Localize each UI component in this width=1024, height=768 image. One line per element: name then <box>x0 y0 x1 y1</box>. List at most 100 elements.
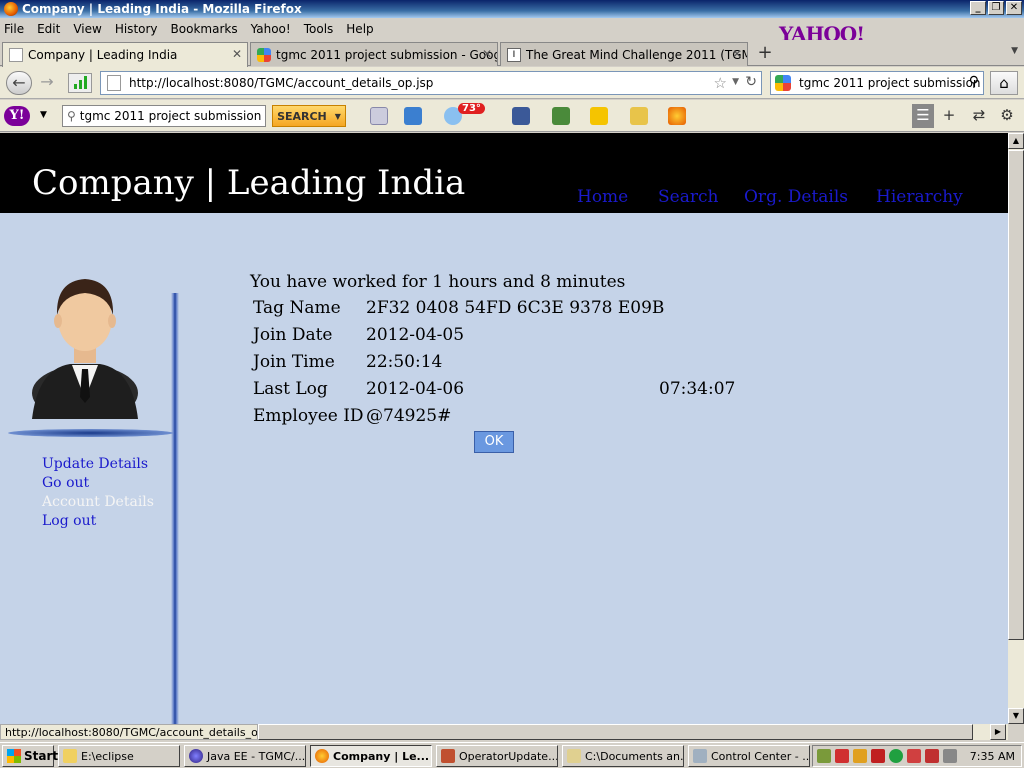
network-icon[interactable] <box>943 749 957 763</box>
close-window-button[interactable]: ✕ <box>1006 1 1022 15</box>
tray-icon[interactable] <box>835 749 849 763</box>
sidebar-log-out-link[interactable]: Log out <box>42 513 96 529</box>
employee-id-value: @74925# <box>366 406 452 426</box>
control-center-icon <box>693 749 707 763</box>
firefox-icon <box>315 749 329 763</box>
tab-company[interactable]: Company | Leading India ✕ <box>2 42 248 67</box>
yahoo-toolbar: Y! ▼ ⚲ tgmc 2011 project submission SEAR… <box>0 100 1024 132</box>
firefox-icon[interactable] <box>668 107 686 125</box>
close-tab-icon[interactable]: ✕ <box>232 47 242 61</box>
tray-icon[interactable] <box>907 749 921 763</box>
scroll-up-icon[interactable]: ▲ <box>1008 133 1024 149</box>
facebook-icon[interactable] <box>512 107 530 125</box>
minimize-button[interactable]: _ <box>970 1 986 15</box>
menu-view[interactable]: View <box>73 22 101 36</box>
tray-icon[interactable] <box>925 749 939 763</box>
menu-help[interactable]: Help <box>346 22 373 36</box>
menu-history[interactable]: History <box>115 22 158 36</box>
browser-search-input[interactable]: tgmc 2011 project submission ⚲ <box>770 71 984 95</box>
restore-button[interactable]: ❐ <box>988 1 1004 15</box>
yahoo-menu-button[interactable]: Y! <box>4 106 30 126</box>
close-tab-icon[interactable]: ✕ <box>482 47 492 61</box>
join-date-label: Join Date <box>253 325 333 345</box>
yahoo-search-button[interactable]: SEARCH ▼ <box>272 105 346 127</box>
task-java-ee[interactable]: Java EE - TGMC/... <box>184 745 306 767</box>
url-text: http://localhost:8080/TGMC/account_detai… <box>129 76 434 90</box>
nav-hierarchy-link[interactable]: Hierarchy <box>876 187 963 207</box>
home-icon[interactable]: ⌂ <box>990 71 1018 95</box>
horizontal-scroll-thumb[interactable] <box>258 724 973 740</box>
new-tab-button[interactable]: + <box>752 43 778 65</box>
reload-icon[interactable]: ↻ <box>745 74 757 90</box>
tray-icon[interactable] <box>853 749 867 763</box>
scroll-right-icon[interactable]: ▶ <box>990 724 1006 740</box>
tab-bar: Company | Leading India ✕ tgmc 2011 proj… <box>0 40 1024 67</box>
tab-label: The Great Mind Challenge 2011 (TGMC 2... <box>526 47 747 62</box>
last-log-date: 2012-04-06 <box>366 379 465 399</box>
ebay-icon[interactable] <box>590 107 608 125</box>
task-eclipse-folder[interactable]: E:\eclipse <box>58 745 180 767</box>
url-bar[interactable]: http://localhost:8080/TGMC/account_detai… <box>100 71 762 95</box>
clock: 7:35 AM <box>969 750 1015 763</box>
menu-yahoo[interactable]: Yahoo! <box>251 22 291 36</box>
ok-button[interactable]: OK <box>474 431 514 453</box>
search-icon[interactable]: ⚲ <box>969 74 979 90</box>
tag-name-value: 2F32 0408 54FD 6C3E 9378 E09B <box>366 298 665 318</box>
task-operator-update[interactable]: OperatorUpdate... <box>436 745 558 767</box>
task-control-center[interactable]: Control Center - ... <box>688 745 810 767</box>
sidebar-vertical-divider <box>171 293 179 724</box>
task-firefox[interactable]: Company | Le... <box>310 745 432 767</box>
last-log-time: 07:34:07 <box>659 379 736 399</box>
start-button[interactable]: Start <box>2 745 58 767</box>
list-icon[interactable]: ☰ <box>912 104 934 128</box>
nav-search-link[interactable]: Search <box>658 187 718 207</box>
tab-list-icon[interactable]: ▼ <box>1011 46 1018 56</box>
url-dropdown-icon[interactable]: ▼ <box>732 77 739 87</box>
shopping-icon[interactable] <box>630 107 648 125</box>
add-icon[interactable]: + <box>938 104 960 128</box>
folder-icon <box>63 749 77 763</box>
nav-org-details-link[interactable]: Org. Details <box>744 187 848 207</box>
menu-file[interactable]: File <box>4 22 24 36</box>
close-tab-icon[interactable]: ✕ <box>732 47 742 61</box>
back-button[interactable]: ← <box>6 71 32 95</box>
windows-logo-icon <box>7 749 21 763</box>
sidebar-go-out-link[interactable]: Go out <box>42 475 89 491</box>
tab-tgmc[interactable]: I The Great Mind Challenge 2011 (TGMC 2.… <box>500 42 748 66</box>
last-log-label: Last Log <box>253 379 328 399</box>
signal-icon[interactable] <box>68 73 92 93</box>
menu-edit[interactable]: Edit <box>37 22 60 36</box>
yahoo-search-input[interactable]: ⚲ tgmc 2011 project submission <box>62 105 266 127</box>
gear-icon[interactable]: ⚙ <box>996 104 1018 128</box>
sidebar-update-details-link[interactable]: Update Details <box>42 456 148 472</box>
swap-icon[interactable]: ⇄ <box>968 104 990 128</box>
chevron-down-icon[interactable]: ▼ <box>335 112 341 121</box>
forward-button[interactable]: → <box>34 71 60 95</box>
bookmark-star-icon[interactable]: ☆ <box>714 74 727 92</box>
games-icon[interactable] <box>552 107 570 125</box>
start-label: Start <box>24 749 59 763</box>
tray-icon[interactable] <box>871 749 885 763</box>
tab-google-search[interactable]: tgmc 2011 project submission - Google S.… <box>250 42 498 66</box>
vertical-scroll-thumb[interactable] <box>1008 150 1024 640</box>
firefox-icon <box>4 2 18 16</box>
mail-icon[interactable] <box>404 107 422 125</box>
menu-bookmarks[interactable]: Bookmarks <box>171 22 238 36</box>
join-date-value: 2012-04-05 <box>366 325 465 345</box>
tray-icon[interactable] <box>817 749 831 763</box>
vertical-scrollbar[interactable]: ▲ ▼ <box>1008 133 1024 724</box>
sidebar-account-details-link[interactable]: Account Details <box>42 494 154 510</box>
eclipse-icon <box>189 749 203 763</box>
nav-home-link[interactable]: Home <box>577 187 628 207</box>
chevron-down-icon[interactable]: ▼ <box>40 110 47 120</box>
folder-icon <box>567 749 581 763</box>
page-icon: I <box>507 47 521 62</box>
sidebar-divider <box>8 429 173 437</box>
tray-icon[interactable] <box>889 749 903 763</box>
task-documents[interactable]: C:\Documents an... <box>562 745 684 767</box>
page-icon <box>9 48 23 62</box>
bookmarks-icon[interactable] <box>370 107 388 125</box>
scroll-down-icon[interactable]: ▼ <box>1008 708 1024 724</box>
menu-tools[interactable]: Tools <box>304 22 334 36</box>
task-label: C:\Documents an... <box>585 749 684 763</box>
